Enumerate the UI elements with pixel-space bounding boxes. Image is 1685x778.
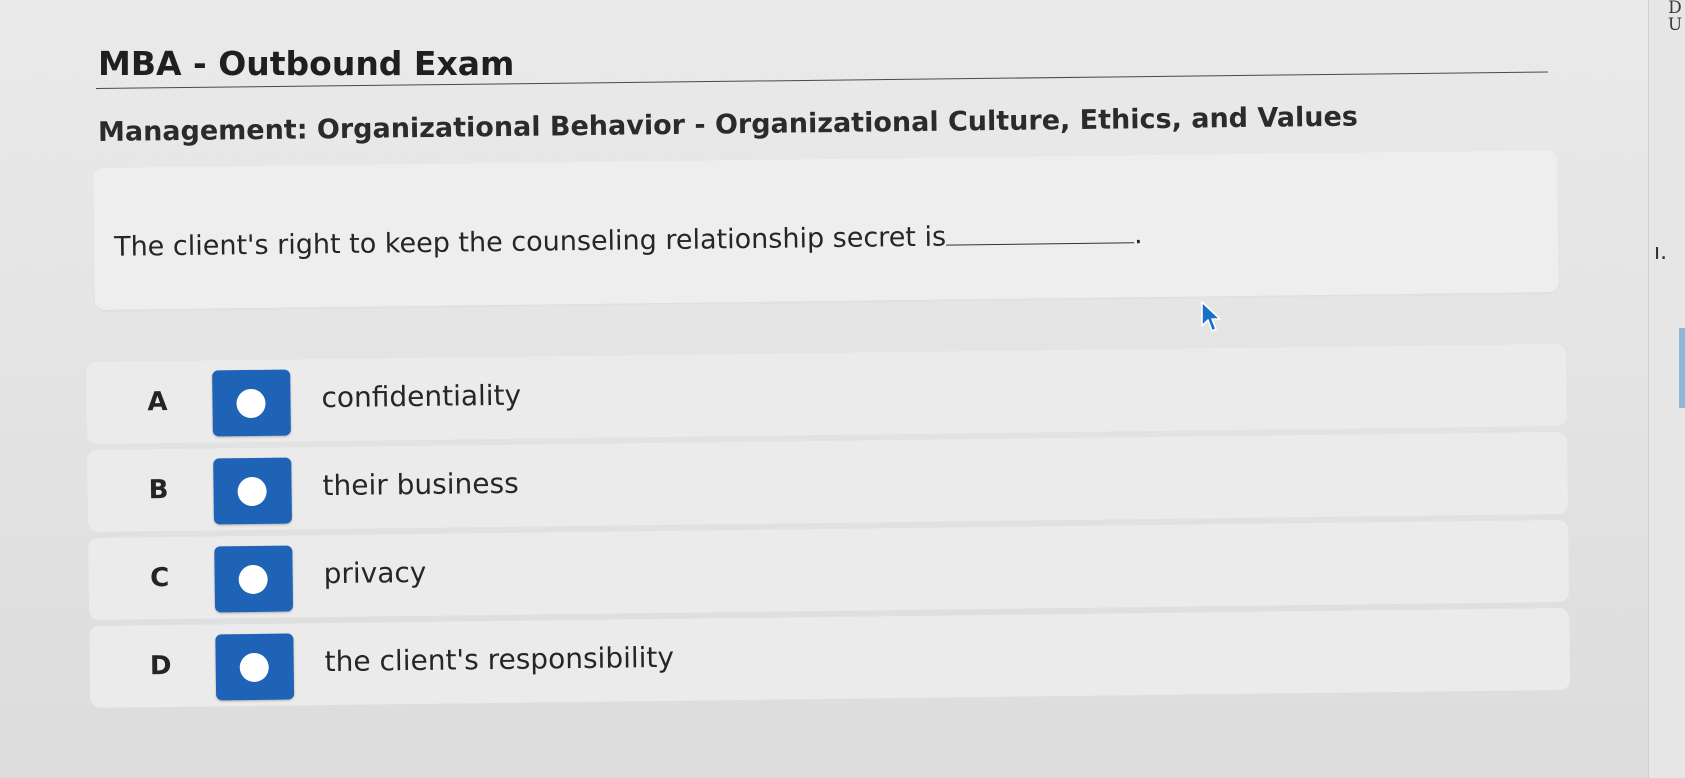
radio-dot-icon <box>238 564 268 595</box>
right-side-panel: D U ı. <box>1648 0 1685 778</box>
mouse-cursor-icon <box>1201 301 1221 332</box>
panel-top-text: D U <box>1667 0 1683 34</box>
option-text: privacy <box>323 555 427 591</box>
option-d[interactable]: D the client's responsibility <box>89 607 1571 708</box>
radio-dot-icon <box>239 652 269 683</box>
option-a[interactable]: A confidentiality <box>86 343 1567 444</box>
option-letter: D <box>149 650 172 682</box>
question-card: The client's right to keep the counselin… <box>93 150 1559 310</box>
question-ending: . <box>1133 219 1143 251</box>
question-stem: The client's right to keep the counselin… <box>113 221 947 263</box>
radio-button-a[interactable] <box>212 369 291 437</box>
option-text: their business <box>322 466 519 503</box>
radio-dot-icon <box>237 476 267 507</box>
radio-button-c[interactable] <box>214 545 294 613</box>
option-b[interactable]: B their business <box>87 431 1568 532</box>
radio-button-b[interactable] <box>213 457 292 525</box>
panel-side-text: ı. <box>1654 240 1668 265</box>
option-c[interactable]: C privacy <box>88 519 1570 620</box>
option-letter: C <box>149 563 170 594</box>
panel-blue-strip <box>1679 328 1685 408</box>
panel-top-text-2: U <box>1667 15 1683 35</box>
option-text: the client's responsibility <box>324 640 675 679</box>
exam-title: MBA - Outbound Exam <box>98 44 515 83</box>
radio-dot-icon <box>236 388 266 419</box>
radio-button-d[interactable] <box>215 633 295 701</box>
option-text: confidentiality <box>321 378 522 415</box>
option-letter: A <box>147 387 168 418</box>
option-letter: B <box>148 475 169 506</box>
answer-options: A confidentiality B their business C pri… <box>86 343 1571 762</box>
section-heading: Management: Organizational Behavior - Or… <box>97 101 1359 148</box>
answer-blank <box>945 222 1135 246</box>
question-text: The client's right to keep the counselin… <box>114 219 1143 263</box>
